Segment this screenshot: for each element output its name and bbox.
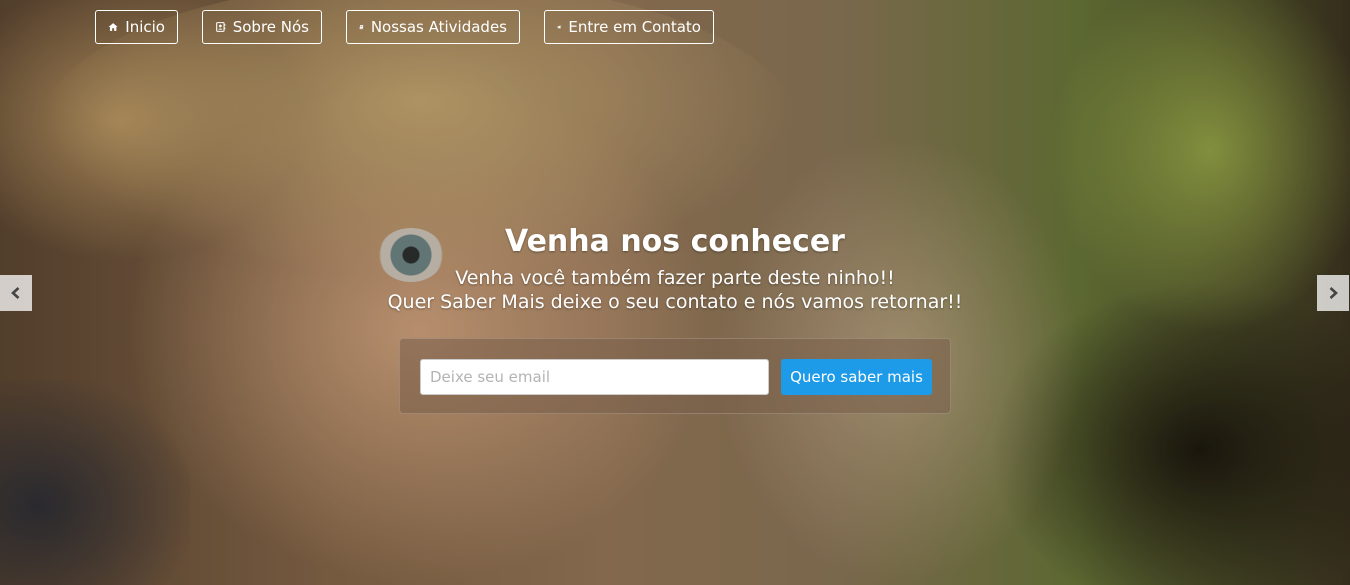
email-input[interactable] <box>420 359 769 395</box>
nav-item-inicio[interactable]: Inicio <box>95 10 178 44</box>
hero-title: Venha nos conhecer <box>505 224 845 259</box>
submit-button[interactable]: Quero saber mais <box>781 359 932 395</box>
email-signup-form: Quero saber mais <box>399 338 951 414</box>
hero-subtitle-line2: Quer Saber Mais deixe o seu contato e nó… <box>387 291 963 313</box>
home-icon <box>108 23 118 31</box>
nav-item-entre-em-contato[interactable]: Entre em Contato <box>544 10 714 44</box>
nav-item-sobre-nos[interactable]: Sobre Nós <box>202 10 322 44</box>
nav-item-label: Sobre Nós <box>232 18 309 36</box>
book-icon <box>359 25 364 30</box>
address-book-icon <box>216 22 226 32</box>
nav-item-nossas-atividades[interactable]: Nossas Atividades <box>346 10 520 44</box>
bullhorn-icon <box>557 25 562 29</box>
nav-item-label: Inicio <box>125 18 165 36</box>
nav-item-label: Entre em Contato <box>568 18 701 36</box>
hero-subtitle-line1: Venha você também fazer parte deste ninh… <box>455 267 895 289</box>
nav-item-label: Nossas Atividades <box>370 18 507 36</box>
